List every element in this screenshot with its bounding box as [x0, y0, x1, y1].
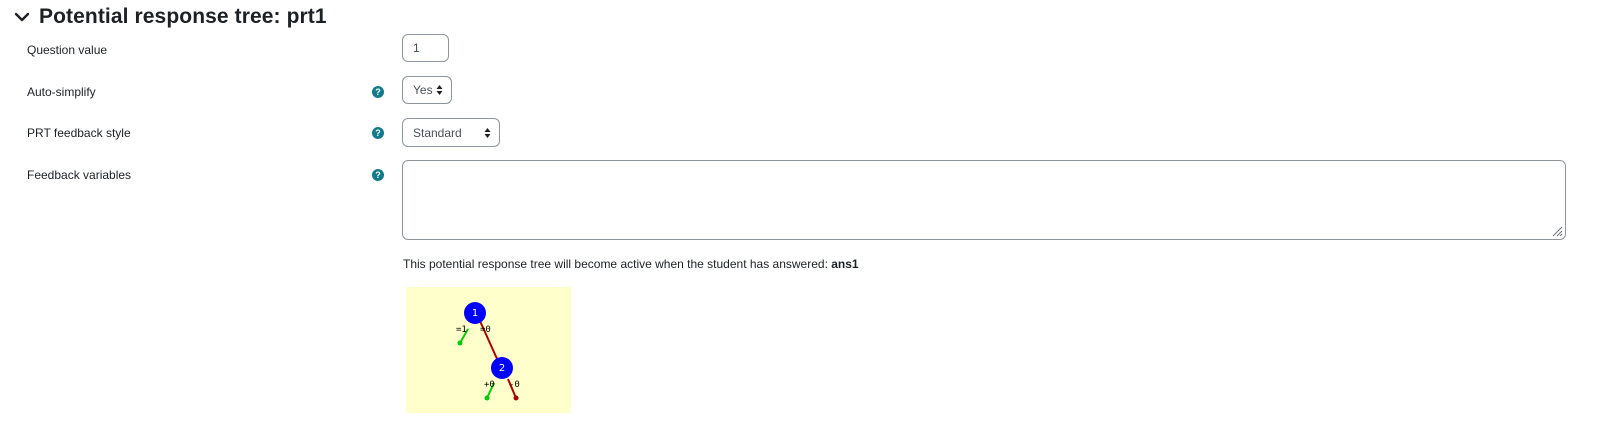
auto-simplify-value: Yes [413, 83, 433, 97]
question-value-text: 1 [413, 41, 420, 55]
question-circle-icon[interactable]: ? [372, 127, 384, 139]
feedback-variables-textarea[interactable] [402, 160, 1566, 240]
feedback-style-select[interactable]: Standard [402, 118, 500, 147]
node1-false-label: =0 [480, 325, 491, 335]
active-note: This potential response tree will become… [403, 257, 859, 271]
node2-false-label: -0 [509, 380, 520, 390]
resize-handle-icon[interactable] [1551, 225, 1563, 237]
select-caret-icon [484, 127, 491, 138]
feedback-style-value: Standard [413, 125, 462, 140]
node1-true-label: =1 [456, 325, 467, 335]
tree-node-2-label: 2 [499, 363, 505, 374]
prt-tree-diagram: 1 2 =1 =0 +0 -0 [406, 287, 571, 413]
chevron-down-icon[interactable] [12, 7, 32, 27]
feedback-variables-label: Feedback variables [27, 168, 132, 182]
question-circle-icon[interactable]: ? [372, 169, 384, 181]
node2-false-end [513, 395, 519, 401]
auto-simplify-label: Auto-simplify [27, 85, 96, 99]
prt-tree-svg: 1 2 =1 =0 +0 -0 [456, 302, 520, 401]
tree-node-1-label: 1 [472, 308, 478, 319]
feedback-style-label: PRT feedback style [27, 126, 131, 140]
section-header[interactable]: Potential response tree: prt1 [12, 2, 327, 32]
active-note-answer: ans1 [831, 257, 859, 271]
section-title: Potential response tree: prt1 [39, 5, 327, 28]
node1-true-end [457, 340, 463, 346]
select-caret-icon [436, 85, 443, 95]
node2-true-label: +0 [484, 380, 495, 390]
auto-simplify-select[interactable]: Yes [402, 76, 452, 104]
node2-true-end [484, 395, 490, 401]
active-note-text: This potential response tree will become… [403, 257, 828, 271]
question-circle-icon[interactable]: ? [372, 86, 384, 98]
question-value-input[interactable]: 1 [402, 34, 449, 62]
question-value-label: Question value [27, 43, 108, 57]
